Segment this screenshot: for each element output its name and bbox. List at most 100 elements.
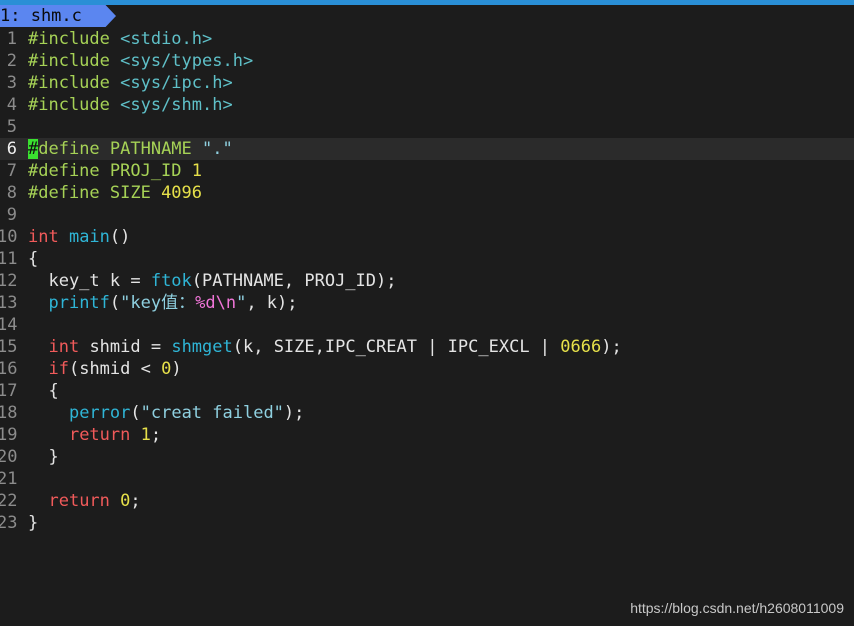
code-token: main <box>68 227 110 247</box>
line-number: 15 <box>0 337 18 357</box>
tab-shm-c[interactable]: 1: shm.c <box>0 5 116 27</box>
code-line[interactable]: 9 <box>0 204 854 226</box>
code-token: 4096 <box>161 183 203 203</box>
code-token: return <box>68 425 141 445</box>
code-line[interactable]: 16 if(shmid < 0) <box>0 358 854 380</box>
code-line[interactable]: 11 { <box>0 248 854 270</box>
line-number: 7 <box>6 161 17 181</box>
code-line[interactable]: 21 <box>0 468 854 490</box>
code-token: " <box>236 293 247 313</box>
code-token: { <box>28 381 59 401</box>
code-line[interactable]: 12 key_t k = ftok(PATHNAME, PROJ_ID); <box>0 270 854 292</box>
code-line[interactable]: 15 int shmid = shmget(k, SIZE,IPC_CREAT … <box>0 336 854 358</box>
code-line[interactable]: 18 perror("creat failed"); <box>0 402 854 424</box>
line-number: 19 <box>0 425 18 445</box>
code-token: (PATHNAME, PROJ_ID); <box>191 271 397 291</box>
code-token: } <box>28 447 59 467</box>
line-number: 17 <box>0 381 18 401</box>
code-token: ); <box>601 337 622 357</box>
code-line[interactable]: 22 return 0; <box>0 490 854 512</box>
code-line[interactable]: 19 return 1; <box>0 424 854 446</box>
line-number: 4 <box>6 95 17 115</box>
line-number: 3 <box>6 73 17 93</box>
code-line[interactable]: 13 printf("key值：%d\n", k); <box>0 292 854 314</box>
code-token: if <box>48 359 69 379</box>
line-code: printf("key值：%d\n", k); <box>28 292 298 314</box>
code-line[interactable]: 2 #include <sys/types.h> <box>0 50 854 72</box>
line-code: #define PROJ_ID 1 <box>28 160 202 182</box>
code-editor[interactable]: 1 #include <stdio.h> 2 #include <sys/types.… <box>0 28 854 538</box>
code-line[interactable]: 4 #include <sys/shm.h> <box>0 94 854 116</box>
line-code: #include <sys/shm.h> <box>28 94 233 116</box>
line-code: #include <sys/ipc.h> <box>28 72 233 94</box>
code-token: #include <box>28 29 121 49</box>
code-token: ) <box>171 359 182 379</box>
line-code: #include <sys/types.h> <box>28 50 253 72</box>
code-line[interactable]: 3 #include <sys/ipc.h> <box>0 72 854 94</box>
line-code: { <box>28 380 59 402</box>
code-token: "." <box>202 139 233 159</box>
line-number: 21 <box>0 469 18 489</box>
tab-label: 1: shm.c <box>0 6 82 26</box>
line-number: 10 <box>0 227 18 247</box>
code-line[interactable]: 14 <box>0 314 854 336</box>
code-token: int <box>48 337 90 357</box>
code-token: #define SIZE <box>28 183 162 203</box>
code-token: #include <box>28 95 121 115</box>
code-token: define PATHNAME <box>38 139 203 159</box>
code-token: , k); <box>246 293 298 313</box>
code-line[interactable]: 6 #define PATHNAME "." <box>0 138 854 160</box>
code-token: return <box>48 491 121 511</box>
code-token: <sys/shm.h> <box>120 95 233 115</box>
code-line[interactable]: 23} <box>0 512 854 534</box>
code-token: 1 <box>140 425 151 445</box>
code-token: ; <box>150 425 162 445</box>
line-code: int shmid = shmget(k, SIZE,IPC_CREAT | I… <box>28 336 622 358</box>
code-token: shmget <box>171 337 233 357</box>
code-token: printf <box>48 293 110 313</box>
code-token: (shmid < <box>68 359 162 379</box>
line-number: 18 <box>0 403 18 423</box>
code-token: <sys/types.h> <box>120 51 254 71</box>
code-token: "key值： <box>120 293 196 313</box>
code-token: ( <box>130 403 141 423</box>
line-number: 23 <box>0 513 18 533</box>
code-token: %d\n <box>195 293 237 313</box>
line-code: #include <stdio.h> <box>28 28 212 50</box>
code-token: 0666 <box>560 337 602 357</box>
code-line[interactable]: 5 <box>0 116 854 138</box>
code-line[interactable]: 1 #include <stdio.h> <box>0 28 854 50</box>
code-line[interactable]: 8 #define SIZE 4096 <box>0 182 854 204</box>
line-code: if(shmid < 0) <box>28 358 182 380</box>
code-line[interactable]: 20 } <box>0 446 854 468</box>
line-code: int main() <box>28 226 130 248</box>
line-number: 1 <box>6 29 17 49</box>
text-cursor: # <box>28 139 39 159</box>
line-number: 20 <box>0 447 18 467</box>
code-token: ); <box>283 403 305 423</box>
code-token: 0 <box>120 491 131 511</box>
line-code: #define PATHNAME "." <box>28 138 233 160</box>
line-number: 9 <box>6 205 17 225</box>
tab-bar: 1: shm.c <box>0 5 854 27</box>
code-line[interactable]: 7 #define PROJ_ID 1 <box>0 160 854 182</box>
code-token: ; <box>130 491 141 511</box>
line-code: return 0; <box>28 490 141 512</box>
line-code: { <box>28 248 38 270</box>
line-code: perror("creat failed"); <box>28 402 304 424</box>
line-number: 6 <box>6 139 17 159</box>
line-number: 2 <box>6 51 17 71</box>
code-token: "creat failed" <box>140 403 284 423</box>
code-token: () <box>109 227 131 247</box>
code-token: #include <box>28 73 121 93</box>
line-number: 16 <box>0 359 18 379</box>
line-number: 14 <box>0 315 18 335</box>
code-token: <sys/ipc.h> <box>120 73 233 93</box>
code-token: (k, SIZE,IPC_CREAT | IPC_EXCL | <box>232 337 561 357</box>
code-line[interactable]: 17 { <box>0 380 854 402</box>
line-code: key_t k = ftok(PATHNAME, PROJ_ID); <box>28 270 396 292</box>
code-line[interactable]: 10 int main() <box>0 226 854 248</box>
